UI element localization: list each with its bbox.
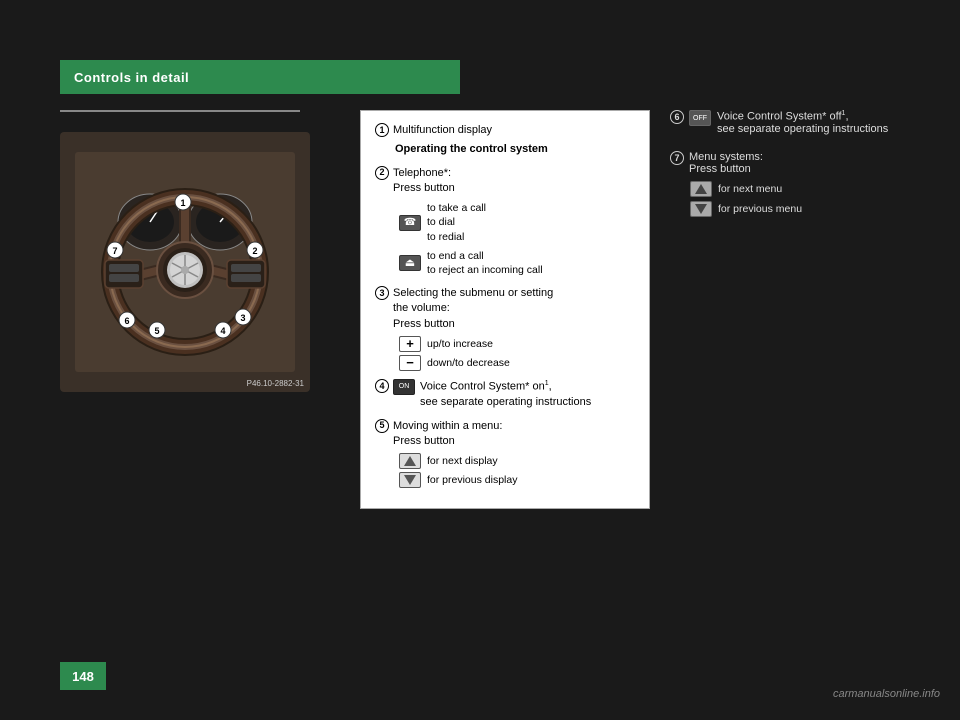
nav-down-label: for previous display bbox=[427, 473, 517, 488]
right-panel: 6 OFF Voice Control System* off1,see sep… bbox=[670, 110, 900, 620]
section-3: 3 Selecting the submenu or settingthe vo… bbox=[375, 286, 635, 371]
nav-down-row: for previous display bbox=[399, 472, 635, 488]
steering-wheel-image: 1 2 3 4 5 6 bbox=[60, 132, 310, 392]
voice-on-icon: ON bbox=[393, 379, 415, 395]
phone-pickup-label: to take a callto dialto redial bbox=[427, 201, 486, 245]
watermark: carmanualsonline.info bbox=[833, 688, 940, 700]
phone-hangup-icon: ⏏ bbox=[399, 255, 421, 271]
voice-off-icon: OFF bbox=[689, 110, 711, 126]
nav-up-row: for next display bbox=[399, 453, 635, 469]
right-section-7-items: for next menu for previous menu bbox=[690, 181, 900, 217]
right-section-6: 6 OFF Voice Control System* off1,see sep… bbox=[670, 110, 900, 135]
section-5-num: 5 bbox=[375, 419, 389, 433]
right-section-6-label: Voice Control System* off1,see separate … bbox=[717, 110, 888, 135]
phone-pickup-row: ☎ to take a callto dialto redial bbox=[399, 201, 635, 245]
section-3-num: 3 bbox=[375, 286, 389, 300]
steering-wheel-svg: 1 2 3 4 5 6 bbox=[75, 152, 295, 372]
section-2: 2 Telephone*: Press button ☎ to take a c… bbox=[375, 166, 635, 278]
left-panel: 1 2 3 4 5 6 bbox=[60, 110, 340, 620]
section-2-num: 2 bbox=[375, 166, 389, 180]
menu-prev-row: for previous menu bbox=[690, 201, 900, 217]
minus-icon: − bbox=[399, 355, 421, 371]
phone-hangup-label: to end a callto reject an incoming call bbox=[427, 249, 543, 278]
svg-text:6: 6 bbox=[124, 316, 129, 326]
menu-prev-icon bbox=[690, 201, 712, 217]
svg-text:3: 3 bbox=[240, 313, 245, 323]
phone-pickup-icon: ☎ bbox=[399, 215, 421, 231]
plus-label: up/to increase bbox=[427, 337, 493, 352]
nav-down-icon bbox=[399, 472, 421, 488]
middle-panel: 1 Multifunction display Operating the co… bbox=[360, 110, 650, 620]
section-3-label: Selecting the submenu or settingthe volu… bbox=[393, 287, 553, 330]
svg-text:1: 1 bbox=[180, 198, 185, 208]
section-4: 4 ON Voice Control System* on1,see separ… bbox=[375, 379, 635, 410]
section-5-label: Moving within a menu:Press button bbox=[393, 420, 502, 447]
nav-up-icon bbox=[399, 453, 421, 469]
plus-row: + up/to increase bbox=[399, 336, 635, 352]
photo-credit: P46.10-2882-31 bbox=[247, 379, 304, 388]
steering-wheel-container: 1 2 3 4 5 6 bbox=[60, 132, 310, 392]
right-section-7: 7 Menu systems:Press button for next men… bbox=[670, 151, 900, 217]
divider-line bbox=[60, 110, 300, 112]
section-2-label: Telephone*: bbox=[393, 167, 451, 179]
page-number: 148 bbox=[60, 662, 106, 690]
instructions-box: 1 Multifunction display Operating the co… bbox=[360, 110, 650, 509]
right-section-6-num: 6 bbox=[670, 110, 684, 124]
section-5: 5 Moving within a menu:Press button for … bbox=[375, 419, 635, 489]
nav-up-label: for next display bbox=[427, 454, 498, 469]
section-4-num: 4 bbox=[375, 379, 389, 393]
menu-next-icon bbox=[690, 181, 712, 197]
section-1-label: Multifunction display bbox=[393, 123, 492, 138]
section-2-press: Press button bbox=[393, 182, 455, 194]
svg-text:7: 7 bbox=[112, 246, 117, 256]
menu-next-label: for next menu bbox=[718, 183, 782, 195]
svg-text:2: 2 bbox=[252, 246, 257, 256]
header-title: Controls in detail bbox=[74, 70, 189, 85]
minus-row: − down/to decrease bbox=[399, 355, 635, 371]
operating-control-system-title: Operating the control system bbox=[395, 143, 548, 155]
svg-text:4: 4 bbox=[220, 326, 225, 336]
right-section-7-num: 7 bbox=[670, 151, 684, 165]
svg-text:5: 5 bbox=[154, 326, 159, 336]
header-bar: Controls in detail bbox=[60, 60, 460, 94]
phone-hangup-row: ⏏ to end a callto reject an incoming cal… bbox=[399, 249, 635, 278]
plus-icon: + bbox=[399, 336, 421, 352]
main-content: 1 2 3 4 5 6 bbox=[60, 110, 900, 620]
section-1: 1 Multifunction display Operating the co… bbox=[375, 123, 635, 158]
minus-label: down/to decrease bbox=[427, 356, 510, 371]
menu-next-row: for next menu bbox=[690, 181, 900, 197]
right-section-7-label: Menu systems:Press button bbox=[689, 151, 763, 175]
section-4-label: Voice Control System* on1,see separate o… bbox=[420, 379, 591, 410]
menu-prev-label: for previous menu bbox=[718, 203, 802, 215]
section-1-num: 1 bbox=[375, 123, 389, 137]
